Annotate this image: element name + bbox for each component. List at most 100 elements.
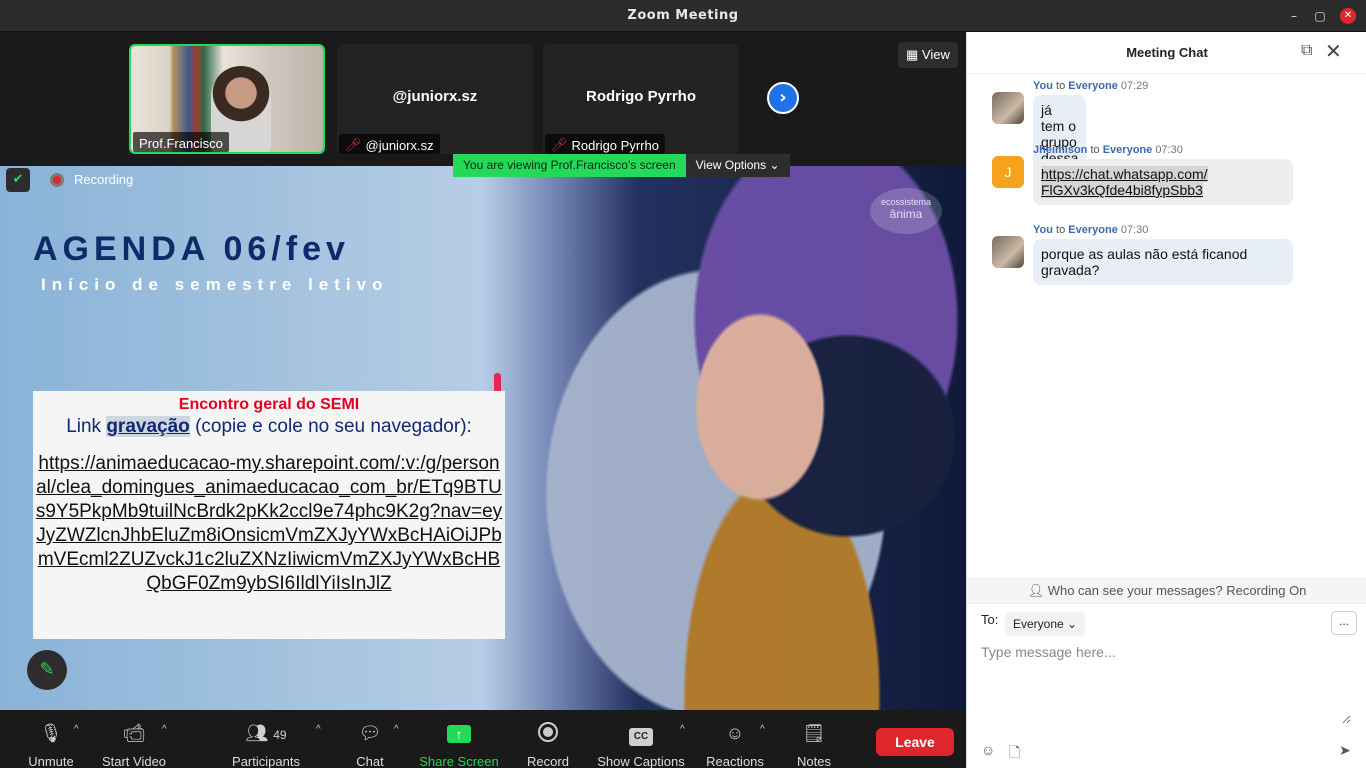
message-recipient: Everyone	[1068, 80, 1118, 92]
file-icon[interactable]: 🗋︎	[1009, 742, 1020, 766]
participants-button[interactable]: 👥︎ 49 Participants ^	[228, 722, 321, 768]
message-bubble: https://chat.whatsapp.com/FlGXv3kQfde4bi…	[1033, 159, 1293, 205]
recipient-value: Everyone	[1013, 617, 1064, 631]
recording-label: Recording	[74, 172, 134, 187]
next-page-button[interactable]: ›	[767, 82, 799, 114]
reactions-button[interactable]: ☺︎ Reactions ^	[704, 722, 766, 768]
participants-label: Participants	[232, 754, 300, 768]
annotate-pen-icon[interactable]: ✎	[27, 650, 67, 690]
captions-icon: CC	[629, 728, 653, 746]
link-instruction: Link gravação (copie e cole no seu naveg…	[33, 416, 505, 438]
security-shield-icon[interactable]: ✔	[6, 168, 30, 192]
recipient-dropdown[interactable]: Everyone ⌄	[1005, 612, 1086, 636]
chevron-up-icon[interactable]: ^	[680, 724, 685, 735]
participants-icon: 👥︎ 49	[245, 723, 287, 743]
participant-name: Prof.Francisco	[139, 135, 223, 151]
chevron-up-icon[interactable]: ^	[74, 724, 79, 735]
person-lock-icon: 👤︎	[1027, 583, 1045, 598]
link-suffix: (copie e cole no seu navegador):	[195, 416, 472, 437]
reactions-label: Reactions	[706, 754, 764, 768]
view-label: View	[921, 47, 950, 62]
who-can-see-notice[interactable]: 👤︎ Who can see your messages? Recording …	[967, 578, 1366, 604]
minimize-icon[interactable]: –	[1286, 8, 1302, 24]
leave-button[interactable]: Leave	[876, 728, 954, 756]
whatsapp-link[interactable]: https://chat.whatsapp.com/FlGXv3kQfde4bi…	[1041, 166, 1208, 198]
close-window-icon[interactable]: ✕	[1340, 8, 1356, 24]
message-recipient: Everyone	[1068, 224, 1118, 236]
participant-name: Rodrigo Pyrrho	[571, 137, 659, 153]
slide-photo-woman-headphones	[540, 166, 966, 710]
meeting-area: Prof.Francisco @juniorx.sz 🎤︎ @juniorx.s…	[0, 32, 966, 712]
record-icon	[538, 722, 558, 742]
message-time: 07:30	[1120, 224, 1149, 236]
mic-muted-icon: 🎤︎	[551, 137, 568, 152]
viewing-text: You are viewing Prof.Francisco's screen	[453, 154, 686, 177]
share-screen-button[interactable]: ↑ Share Screen	[418, 722, 500, 768]
recording-url: https://animaeducacao-my.sharepoint.com/…	[35, 453, 503, 594]
message-meta: You to Everyone 07:30	[1033, 224, 1148, 236]
show-captions-label: Show Captions	[597, 754, 685, 768]
participant-video-francisco[interactable]: Prof.Francisco	[129, 44, 325, 154]
avatar: J	[992, 156, 1024, 188]
participant-strip: Prof.Francisco @juniorx.sz 🎤︎ @juniorx.s…	[0, 32, 966, 166]
emoji-icon[interactable]: ☺︎	[981, 742, 995, 758]
close-chat-icon[interactable]: ✕	[1325, 39, 1342, 64]
participant-center-name: @juniorx.sz	[392, 88, 478, 105]
link-highlight: gravação	[106, 416, 190, 437]
chat-icon: 💬︎	[358, 723, 382, 743]
start-video-label: Start Video	[101, 754, 167, 768]
share-screen-label: Share Screen	[419, 754, 499, 768]
message-to-word: to	[1090, 144, 1100, 156]
message-meta: You to Everyone 07:29	[1033, 80, 1148, 92]
meeting-toolbar: 🎙︎ Unmute ^ 📹︎ Start Video ^ 👥︎ 49 Parti…	[0, 712, 966, 768]
slide-title: AGENDA 06/fev	[33, 230, 350, 268]
participant-center-name: Rodrigo Pyrrho	[585, 88, 696, 105]
notes-button[interactable]: 🗒︎ Notes	[794, 722, 834, 768]
maximize-icon[interactable]: ▢	[1312, 8, 1328, 24]
box-heading: Encontro geral do SEMI	[178, 396, 360, 413]
start-video-button[interactable]: 📹︎ Start Video ^	[96, 722, 172, 768]
participant-name: @juniorx.sz	[365, 137, 434, 153]
record-label: Record	[527, 754, 569, 768]
chevron-down-icon: ⌄	[1067, 617, 1078, 631]
participant-tile-rodrigo[interactable]: Rodrigo Pyrrho 🎤︎ Rodrigo Pyrrho	[543, 44, 739, 154]
slide-link-box: Encontro geral do SEMI Link gravação (co…	[33, 391, 505, 639]
participant-tile-juniorx[interactable]: @juniorx.sz 🎤︎ @juniorx.sz	[337, 44, 533, 154]
grid-icon: ▦	[906, 47, 922, 62]
send-icon[interactable]: ➤	[1339, 742, 1351, 759]
chevron-up-icon[interactable]: ^	[162, 724, 167, 735]
unmute-label: Unmute	[28, 754, 74, 768]
chat-button[interactable]: 💬︎ Chat ^	[352, 722, 398, 768]
chevron-up-icon[interactable]: ^	[394, 724, 399, 735]
chevron-up-icon[interactable]: ^	[760, 724, 765, 735]
participant-name-tag: 🎤︎ Rodrigo Pyrrho	[545, 134, 665, 154]
recording-indicator[interactable]: Recording	[50, 172, 133, 187]
show-captions-button[interactable]: CC Show Captions ^	[596, 722, 686, 768]
view-button[interactable]: ▦ View	[898, 42, 958, 68]
message-input[interactable]	[981, 644, 1351, 724]
participants-count: 49	[273, 728, 287, 742]
popout-icon[interactable]: ⧉	[1301, 42, 1312, 60]
logo-line1: ecossistema	[880, 197, 932, 207]
share-screen-icon: ↑	[447, 725, 471, 743]
chevron-up-icon[interactable]: ^	[316, 724, 321, 735]
link-line1: https://chat.whatsapp.com/	[1041, 166, 1208, 182]
participant-name-tag: 🎤︎ @juniorx.sz	[339, 134, 440, 154]
view-options-button[interactable]: View Options ⌄	[685, 154, 790, 177]
link-prefix: Link	[66, 416, 102, 437]
notes-icon: 🗒︎	[802, 723, 826, 743]
message-sender: You	[1033, 224, 1053, 236]
message-meta: Jheimison to Everyone 07:30	[1033, 144, 1183, 156]
window-title: Zoom Meeting	[627, 8, 739, 23]
record-button[interactable]: Record	[526, 722, 570, 768]
anima-logo: ecossistema ânima	[870, 188, 942, 234]
logo-line2: ânima	[889, 207, 923, 221]
mic-muted-icon: 🎙︎	[39, 723, 63, 743]
unmute-button[interactable]: 🎙︎ Unmute ^	[22, 722, 80, 768]
more-options-button[interactable]: ...	[1331, 611, 1357, 635]
message-bubble[interactable]: porque as aulas não está ficanod gravada…	[1033, 239, 1293, 285]
who-can-see-text: Who can see your messages? Recording On	[1047, 583, 1307, 598]
reactions-icon: ☺︎	[725, 723, 745, 743]
message-to-word: to	[1056, 224, 1066, 236]
viewing-banner: You are viewing Prof.Francisco's screen …	[453, 154, 790, 177]
